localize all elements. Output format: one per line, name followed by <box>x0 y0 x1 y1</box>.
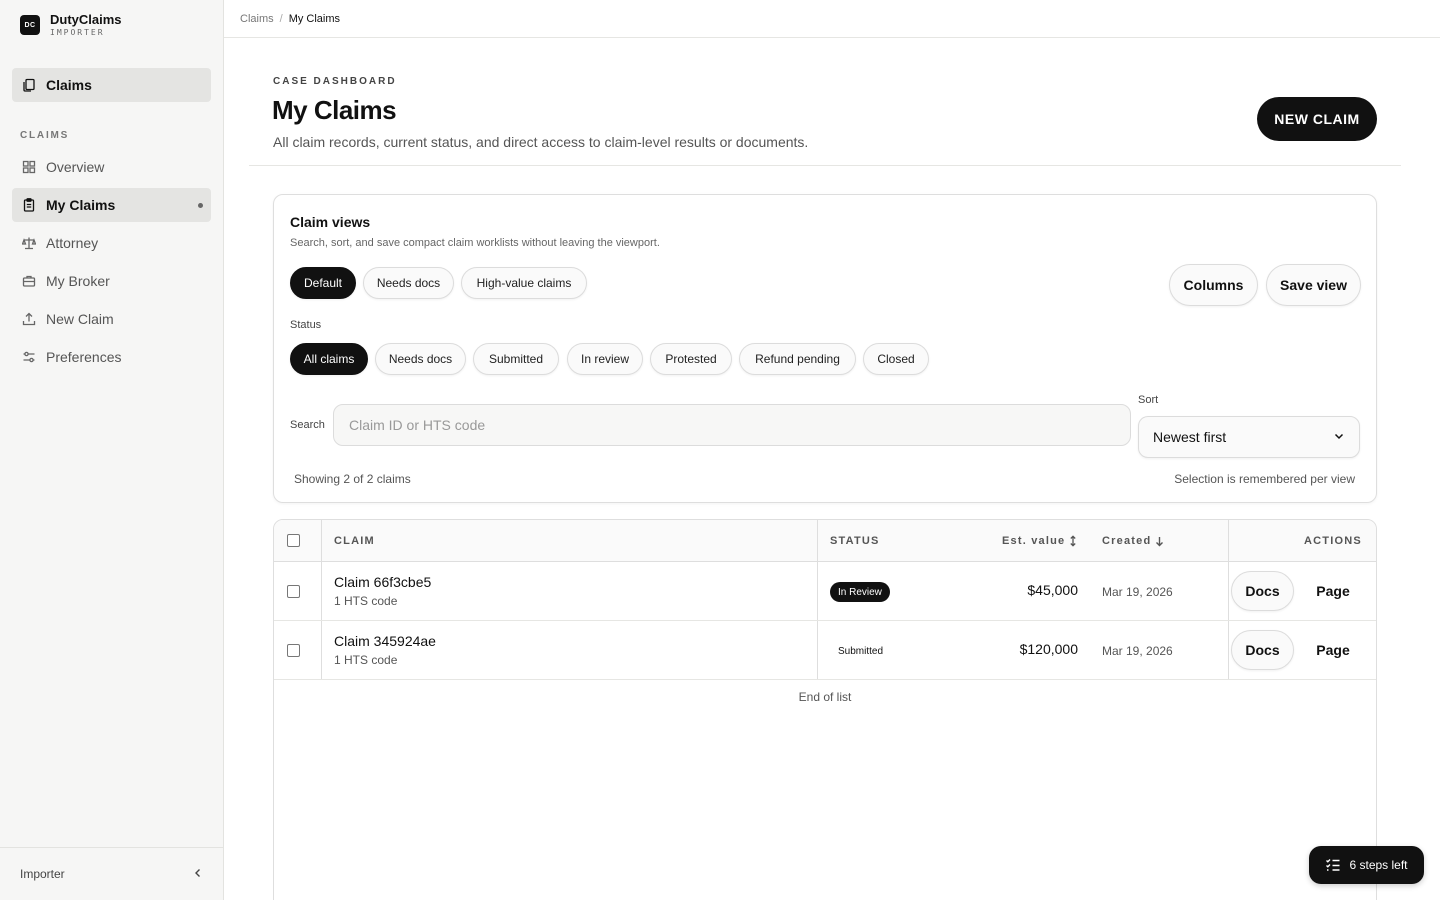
document-copy-icon <box>22 78 36 92</box>
column-header-created-label: Created <box>1102 535 1152 547</box>
panel-title: Claim views <box>290 214 371 230</box>
role-label: Importer <box>20 867 65 881</box>
page-eyebrow: CASE DASHBOARD <box>273 76 397 87</box>
sidebar-item-label: Overview <box>46 159 105 175</box>
brand-name: DutyClaims <box>50 12 122 27</box>
column-header-created[interactable]: Created <box>1102 520 1164 562</box>
columns-button[interactable]: Columns <box>1169 264 1258 306</box>
column-header-actions: ACTIONS <box>1304 535 1362 547</box>
status-badge: In Review <box>830 582 890 602</box>
page-button[interactable]: Page <box>1302 571 1364 611</box>
sidebar-item-label: My Broker <box>46 273 110 289</box>
sliders-icon <box>22 350 36 364</box>
docs-button[interactable]: Docs <box>1231 630 1294 670</box>
sidebar-item-attorney[interactable]: Attorney <box>12 226 211 260</box>
column-header-claim: CLAIM <box>334 535 375 547</box>
header-divider <box>249 165 1401 166</box>
status-filter-protested[interactable]: Protested <box>650 343 732 375</box>
steps-left-label: 6 steps left <box>1349 858 1408 872</box>
claim-hts-count: 1 HTS code <box>334 653 398 667</box>
sidebar-section-label: CLAIMS <box>20 130 70 141</box>
claim-hts-count: 1 HTS code <box>334 594 398 608</box>
page-title: My Claims <box>272 95 397 125</box>
sidebar-item-label: Claims <box>46 77 92 93</box>
claim-created-date: Mar 19, 2026 <box>1102 644 1173 658</box>
status-badge: Submitted <box>838 645 884 657</box>
page-button[interactable]: Page <box>1302 630 1364 670</box>
breadcrumb-current: My Claims <box>288 12 341 25</box>
sort-select[interactable]: Newest first <box>1138 416 1360 458</box>
new-claim-button[interactable]: NEW CLAIM <box>1257 97 1377 141</box>
sidebar-item-new-claim[interactable]: New Claim <box>12 302 211 336</box>
sidebar-item-label: New Claim <box>46 311 114 327</box>
brand-logo: DC <box>20 15 40 35</box>
status-filter-refund-pending[interactable]: Refund pending <box>739 343 856 375</box>
selection-note: Selection is remembered per view <box>1174 472 1355 486</box>
sort-descending-icon <box>1155 536 1164 547</box>
status-filter-closed[interactable]: Closed <box>863 343 929 375</box>
claim-name[interactable]: Claim 66f3cbe5 <box>334 574 431 590</box>
grid-icon <box>22 160 36 174</box>
status-filter-submitted[interactable]: Submitted <box>473 343 559 375</box>
sidebar-item-label: Preferences <box>46 349 122 365</box>
scale-icon <box>22 236 36 250</box>
sort-selected-value: Newest first <box>1153 429 1227 445</box>
table-row[interactable]: Claim 345924ae 1 HTS code Submitted $120… <box>274 621 1376 680</box>
steps-left-button[interactable]: 6 steps left <box>1309 846 1424 884</box>
claim-value: $45,000 <box>1027 582 1078 598</box>
claim-value: $120,000 <box>1019 641 1078 657</box>
panel-subtitle: Search, sort, and save compact claim wor… <box>290 237 660 249</box>
sidebar-item-claims[interactable]: Claims <box>12 68 211 102</box>
sidebar-item-overview[interactable]: Overview <box>12 150 211 184</box>
brand[interactable]: DC DutyClaims IMPORTER <box>20 12 122 38</box>
brand-subtitle: IMPORTER <box>50 28 105 37</box>
status-filter-needs-docs[interactable]: Needs docs <box>375 343 466 375</box>
sidebar-item-label: My Claims <box>46 197 116 213</box>
view-preset-default[interactable]: Default <box>290 267 356 299</box>
status-filter-in-review[interactable]: In review <box>567 343 643 375</box>
sort-label: Sort <box>1138 394 1159 406</box>
breadcrumb: Claims / My Claims <box>224 0 1440 38</box>
breadcrumb-separator: / <box>279 12 283 25</box>
page-subtitle: All claim records, current status, and d… <box>273 134 809 150</box>
row-checkbox[interactable] <box>287 585 300 598</box>
clipboard-icon <box>22 198 36 212</box>
column-header-est-value[interactable]: Est. value <box>1002 520 1077 562</box>
table-row[interactable]: Claim 66f3cbe5 1 HTS code In Review $45,… <box>274 562 1376 621</box>
claim-created-date: Mar 19, 2026 <box>1102 585 1173 599</box>
column-header-est-value-label: Est. value <box>1002 535 1066 547</box>
save-view-button[interactable]: Save view <box>1266 264 1361 306</box>
claim-name[interactable]: Claim 345924ae <box>334 633 436 649</box>
active-indicator-dot <box>198 203 203 208</box>
status-filter-label: Status <box>290 319 322 331</box>
chevron-down-icon <box>1333 429 1345 445</box>
table-header: CLAIM STATUS Est. value Created ACTIONS <box>274 520 1376 562</box>
search-label: Search <box>290 419 325 431</box>
collapse-sidebar-icon[interactable] <box>193 867 203 881</box>
sidebar-item-preferences[interactable]: Preferences <box>12 340 211 374</box>
sidebar: DC DutyClaims IMPORTER Claims CLAIMS Ove… <box>0 0 224 900</box>
sidebar-item-my-broker[interactable]: My Broker <box>12 264 211 298</box>
view-preset-high-value[interactable]: High-value claims <box>461 267 587 299</box>
row-checkbox[interactable] <box>287 644 300 657</box>
breadcrumb-parent-link[interactable]: Claims <box>240 13 274 25</box>
claim-views-panel: Claim views Search, sort, and save compa… <box>273 194 1377 503</box>
select-all-checkbox[interactable] <box>287 534 300 547</box>
end-of-list-label: End of list <box>798 690 852 704</box>
column-header-status: STATUS <box>830 535 880 547</box>
sidebar-item-label: Attorney <box>46 235 99 251</box>
claims-table: CLAIM STATUS Est. value Created ACTIONS … <box>273 519 1377 900</box>
search-input[interactable] <box>333 404 1131 446</box>
upload-icon <box>22 312 36 326</box>
status-filter-all-claims[interactable]: All claims <box>290 343 368 375</box>
view-preset-needs-docs[interactable]: Needs docs <box>363 267 454 299</box>
checklist-icon <box>1325 858 1341 872</box>
sidebar-footer: Importer <box>0 847 223 900</box>
docs-button[interactable]: Docs <box>1231 571 1294 611</box>
sort-both-icon <box>1069 535 1077 547</box>
showing-count: Showing 2 of 2 claims <box>294 472 411 486</box>
briefcase-icon <box>22 274 36 288</box>
sidebar-item-my-claims[interactable]: My Claims <box>12 188 211 222</box>
